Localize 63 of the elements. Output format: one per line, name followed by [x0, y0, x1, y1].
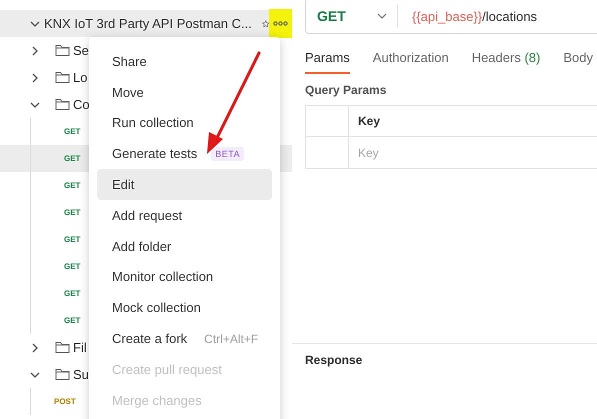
- menu-item-label: Run collection: [112, 115, 194, 130]
- menu-item[interactable]: Edit: [97, 169, 272, 200]
- folder-name[interactable]: Fil: [73, 340, 87, 355]
- folder-name[interactable]: Su: [73, 367, 89, 382]
- method-label: GET: [64, 181, 80, 190]
- method-label: GET: [64, 289, 80, 298]
- folder-icon: [55, 44, 70, 57]
- folder-icon: [55, 368, 70, 381]
- method-label: GET: [64, 208, 80, 217]
- folder-icon: [55, 341, 70, 354]
- menu-item-label: Share: [112, 54, 147, 69]
- method-label: GET: [64, 154, 80, 163]
- menu-item[interactable]: Mock collection: [97, 292, 272, 324]
- shortcut-hint: Ctrl+Alt+F: [204, 332, 258, 346]
- folder-name[interactable]: Co: [73, 97, 90, 112]
- folder-name[interactable]: Se: [73, 43, 89, 58]
- tab[interactable]: Body: [563, 47, 593, 74]
- tab[interactable]: Headers (8): [472, 47, 540, 74]
- chevron-right-icon[interactable]: [30, 46, 40, 56]
- menu-item-label: Create pull request: [112, 362, 222, 377]
- chevron-down-icon[interactable]: [30, 370, 40, 380]
- collection-name: KNX IoT 3rd Party API Postman C...: [44, 16, 252, 31]
- menu-item-label: Generate tests: [112, 146, 198, 162]
- method-label: GET: [64, 235, 80, 244]
- beta-badge: BETA: [211, 146, 244, 161]
- chevron-down-icon[interactable]: [30, 18, 40, 28]
- method-label: GET: [64, 262, 80, 271]
- menu-item[interactable]: Move: [97, 76, 272, 108]
- menu-item[interactable]: Add request: [97, 200, 272, 231]
- method-label: GET: [64, 316, 80, 325]
- method-label: POST: [54, 397, 76, 406]
- menu-item-label: Monitor collection: [112, 269, 214, 284]
- more-icon[interactable]: [273, 21, 288, 26]
- menu-item[interactable]: Add folder: [97, 230, 272, 262]
- url-text: {{api_base}}/locations: [412, 8, 538, 24]
- menu-item-label: Edit: [112, 177, 134, 192]
- menu-item[interactable]: Monitor collection: [97, 262, 272, 292]
- menu-item[interactable]: Share: [97, 46, 272, 77]
- menu-item[interactable]: Create a fork Ctrl+Alt+F: [97, 323, 272, 354]
- menu-item-label: Create a fork: [112, 331, 188, 346]
- menu-item-label: Mock collection: [112, 300, 201, 316]
- tab[interactable]: Params: [305, 47, 350, 74]
- column-header: Key: [358, 114, 380, 128]
- response-title: Response: [305, 353, 362, 367]
- menu-item-label: Move: [112, 84, 144, 100]
- chevron-down-icon[interactable]: [30, 100, 40, 110]
- folder-icon: [55, 98, 70, 111]
- folder-icon: [55, 71, 70, 84]
- menu-item[interactable]: Generate tests BETA: [97, 138, 272, 170]
- url-bar[interactable]: GET {{api_base}}/locations: [305, 0, 597, 34]
- tab[interactable]: Authorization: [372, 47, 449, 74]
- menu-item[interactable]: Run collection: [97, 108, 272, 138]
- menu-item-label: Merge changes: [112, 392, 202, 408]
- folder-name[interactable]: Lo: [73, 70, 88, 85]
- chevron-right-icon[interactable]: [30, 72, 40, 82]
- chevron-down-icon[interactable]: [377, 11, 387, 21]
- chevron-right-icon[interactable]: [30, 342, 40, 352]
- method-select[interactable]: GET: [317, 8, 377, 24]
- section-title: Query Params: [305, 83, 388, 97]
- menu-item-label: Add folder: [112, 238, 172, 254]
- menu-item-label: Add request: [112, 208, 182, 223]
- method-label: GET: [64, 127, 80, 136]
- collection-row[interactable]: KNX IoT 3rd Party API Postman C...: [0, 10, 292, 37]
